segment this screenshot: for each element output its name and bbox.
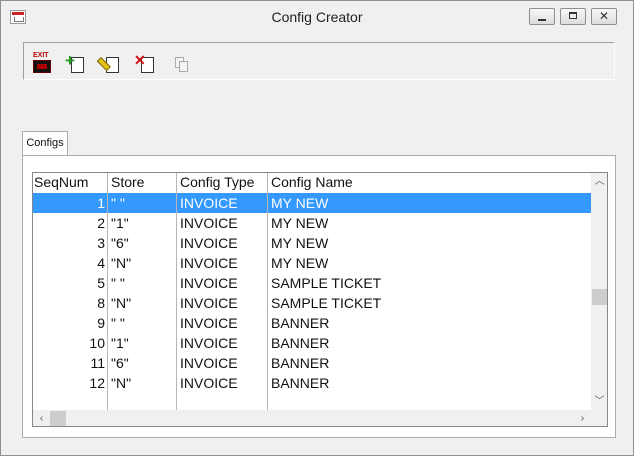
config-type-cell: INVOICE (180, 375, 238, 391)
table-row[interactable]: 1 " " INVOICE MY NEW (33, 193, 591, 213)
copy-config-button[interactable] (172, 55, 192, 75)
config-type-cell: INVOICE (180, 355, 238, 371)
table-row[interactable]: 4 "N" INVOICE MY NEW (33, 253, 591, 273)
config-name-cell: BANNER (271, 375, 330, 391)
seq-cell: 2 (97, 215, 105, 231)
add-config-button[interactable]: + (65, 51, 87, 75)
seq-cell: 5 (97, 275, 105, 291)
delete-icon: ✕ (134, 52, 146, 68)
store-cell: " " (111, 315, 125, 331)
exit-button[interactable]: EXIT (32, 52, 53, 75)
config-type-cell: INVOICE (180, 315, 238, 331)
config-type-cell: INVOICE (180, 255, 238, 271)
scroll-down-icon[interactable]: ﹀ (591, 393, 607, 410)
store-cell: "1" (111, 335, 129, 351)
title-bar[interactable]: Config Creator ✕ (1, 1, 633, 33)
config-name-cell: MY NEW (271, 255, 329, 271)
scroll-up-icon[interactable]: ︿ (591, 173, 607, 190)
config-type-cell: INVOICE (180, 295, 238, 311)
config-name-cell: MY NEW (271, 235, 329, 251)
config-type-cell: INVOICE (180, 335, 238, 351)
store-cell: "N" (111, 295, 132, 311)
config-type-cell: INVOICE (180, 275, 238, 291)
scrollbar-corner (591, 410, 607, 426)
tab-configs[interactable]: Configs (22, 131, 68, 156)
config-type-cell: INVOICE (180, 235, 238, 251)
column-divider[interactable] (267, 173, 268, 411)
table-row[interactable]: 5 " " INVOICE SAMPLE TICKET (33, 273, 591, 293)
table-row[interactable]: 2 "1" INVOICE MY NEW (33, 213, 591, 233)
config-name-cell: MY NEW (271, 195, 329, 211)
table-row[interactable]: 8 "N" INVOICE SAMPLE TICKET (33, 293, 591, 313)
column-divider[interactable] (176, 173, 177, 411)
store-cell: "N" (111, 375, 132, 391)
scroll-right-icon[interactable]: › (574, 410, 591, 426)
edit-config-button[interactable] (96, 55, 122, 75)
vertical-scroll-thumb[interactable] (592, 289, 607, 305)
table-row[interactable]: 11 "6" INVOICE BANNER (33, 353, 591, 373)
close-icon: ✕ (598, 9, 610, 23)
config-type-cell: INVOICE (180, 195, 238, 211)
exit-icon (33, 60, 51, 73)
column-header-store[interactable]: Store (111, 173, 144, 192)
horizontal-scrollbar[interactable]: ‹ › (33, 410, 591, 426)
delete-config-button[interactable]: ✕ (134, 52, 157, 75)
exit-label: EXIT (33, 52, 49, 59)
configs-grid[interactable]: SeqNum Store Config Type Config Name 1 " … (32, 172, 608, 427)
add-icon: + (65, 51, 75, 70)
store-cell: "1" (111, 215, 129, 231)
seq-cell: 10 (89, 335, 105, 351)
table-row[interactable]: 3 "6" INVOICE MY NEW (33, 233, 591, 253)
toolbar: EXIT + ✕ (23, 42, 615, 80)
store-cell: "N" (111, 255, 132, 271)
column-divider[interactable] (107, 173, 108, 411)
config-creator-window: Config Creator ✕ EXIT + ✕ Configs SeqNum (0, 0, 634, 456)
seq-cell: 1 (97, 195, 105, 211)
store-cell: "6" (111, 355, 129, 371)
store-cell: " " (111, 195, 125, 211)
close-button[interactable]: ✕ (591, 8, 617, 25)
seq-cell: 4 (97, 255, 105, 271)
config-type-cell: INVOICE (180, 215, 238, 231)
table-row[interactable]: 10 "1" INVOICE BANNER (33, 333, 591, 353)
table-row[interactable]: 9 " " INVOICE BANNER (33, 313, 591, 333)
seq-cell: 12 (89, 375, 105, 391)
seq-cell: 11 (90, 355, 105, 371)
column-header-seqnum[interactable]: SeqNum (34, 173, 88, 192)
seq-cell: 8 (97, 295, 105, 311)
column-header-config-type[interactable]: Config Type (180, 173, 254, 192)
config-name-cell: BANNER (271, 315, 330, 331)
seq-cell: 9 (97, 315, 105, 331)
minimize-button[interactable] (529, 8, 555, 25)
seq-cell: 3 (97, 235, 105, 251)
table-row[interactable]: 12 "N" INVOICE BANNER (33, 373, 591, 393)
config-name-cell: BANNER (271, 335, 330, 351)
column-header-config-name[interactable]: Config Name (271, 173, 353, 192)
vertical-scrollbar[interactable]: ︿ ﹀ (591, 173, 607, 410)
store-cell: " " (111, 275, 125, 291)
maximize-button[interactable] (560, 8, 586, 25)
config-name-cell: MY NEW (271, 215, 329, 231)
scroll-left-icon[interactable]: ‹ (33, 410, 50, 426)
copy-icon-front (179, 61, 188, 72)
store-cell: "6" (111, 235, 129, 251)
config-name-cell: SAMPLE TICKET (271, 295, 382, 311)
config-name-cell: SAMPLE TICKET (271, 275, 382, 291)
horizontal-scroll-thumb[interactable] (50, 411, 66, 426)
config-name-cell: BANNER (271, 355, 330, 371)
